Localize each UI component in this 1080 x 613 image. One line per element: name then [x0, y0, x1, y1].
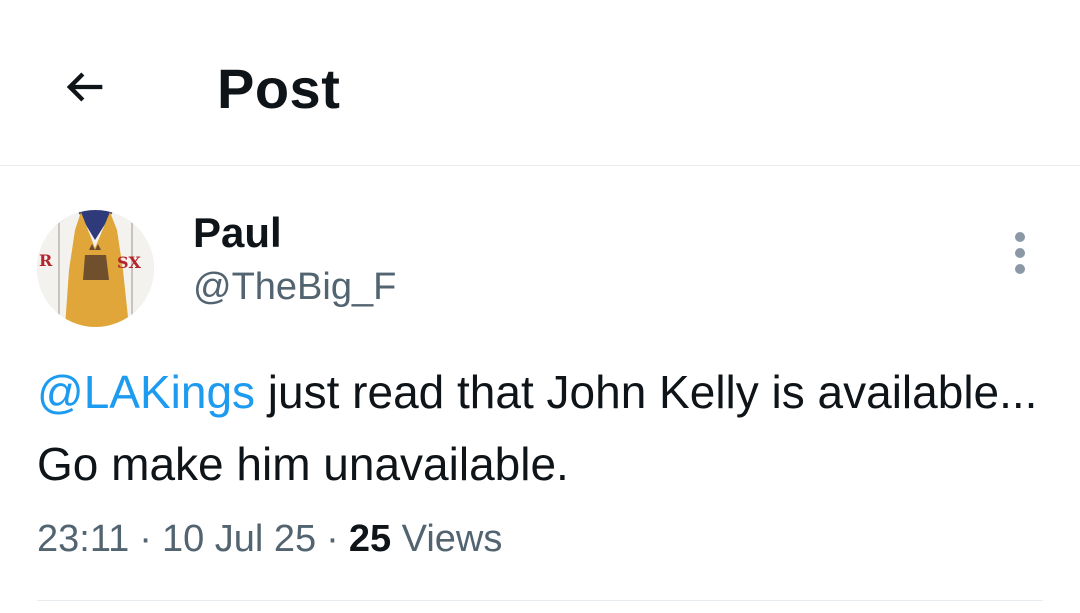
- page-title: Post: [217, 57, 341, 120]
- more-vertical-icon: [1015, 232, 1025, 242]
- avatar[interactable]: R SX: [37, 210, 154, 327]
- meta-separator: ·: [139, 518, 152, 560]
- post-time[interactable]: 23:11: [37, 518, 129, 560]
- views-label[interactable]: Views: [402, 518, 503, 560]
- more-vertical-icon-dot: [1015, 264, 1025, 274]
- back-button[interactable]: [50, 52, 120, 122]
- author-handle[interactable]: @TheBig_F: [193, 262, 396, 312]
- author-name[interactable]: Paul: [193, 206, 282, 260]
- post-meta: 23:11 · 10 Jul 25 · 25 Views: [37, 512, 502, 566]
- arrow-left-icon: [66, 72, 103, 102]
- meta-separator: ·: [326, 518, 339, 560]
- divider: [37, 600, 1043, 601]
- post-detail-screen: Post R SX Paul @TheBig_F @LAKings just r…: [0, 0, 1080, 613]
- more-options-button[interactable]: [1000, 228, 1040, 278]
- mention-link[interactable]: @LAKings: [37, 366, 255, 418]
- more-vertical-icon-dot: [1015, 248, 1025, 258]
- post-text: @LAKings just read that John Kelly is av…: [37, 356, 1047, 500]
- top-bar: Post: [0, 0, 1080, 166]
- svg-text:SX: SX: [117, 253, 142, 272]
- svg-text:R: R: [39, 251, 53, 270]
- post-date[interactable]: 10 Jul 25: [162, 518, 316, 560]
- views-count[interactable]: 25: [349, 518, 391, 560]
- jersey-avatar-image: R SX: [37, 210, 154, 327]
